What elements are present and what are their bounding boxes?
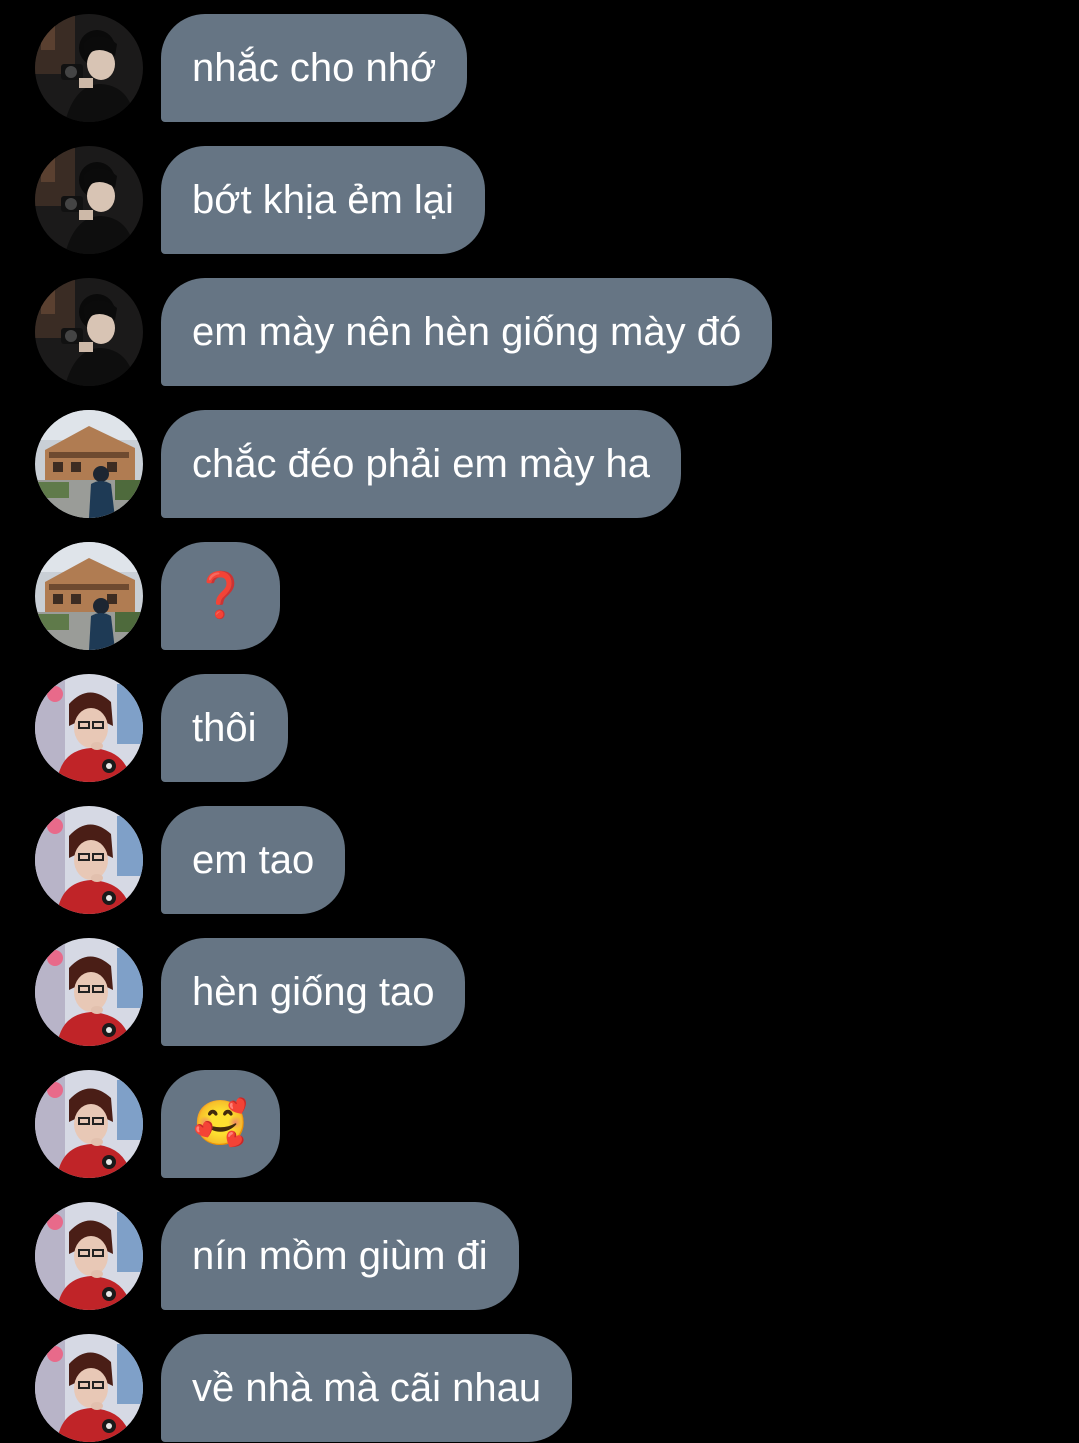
message-text: nhắc cho nhớ: [192, 46, 437, 90]
message-row: chắc đéo phải em mày ha: [0, 410, 1079, 518]
user-b-avatar-icon[interactable]: [35, 410, 143, 518]
message-text: nín mồm giùm đi: [192, 1234, 488, 1278]
message-bubble[interactable]: 🥰: [161, 1070, 280, 1178]
message-bubble[interactable]: thôi: [161, 674, 288, 782]
message-row: thôi: [0, 674, 1079, 782]
message-bubble[interactable]: em mày nên hèn giống mày đó: [161, 278, 773, 386]
message-row: ❓: [0, 542, 1079, 650]
message-bubble[interactable]: bớt khịa ẻm lại: [161, 146, 485, 254]
user-c-avatar-icon[interactable]: [35, 1070, 143, 1178]
message-text: hèn giống tao: [192, 970, 435, 1014]
user-a-avatar-icon[interactable]: [35, 278, 143, 386]
message-row: về nhà mà cãi nhau: [0, 1334, 1079, 1442]
user-c-avatar-icon[interactable]: [35, 938, 143, 1046]
message-bubble[interactable]: về nhà mà cãi nhau: [161, 1334, 573, 1442]
message-row: nhắc cho nhớ: [0, 14, 1079, 122]
user-c-avatar-icon[interactable]: [35, 806, 143, 914]
user-c-avatar-icon[interactable]: [35, 1334, 143, 1442]
message-row: 🥰: [0, 1070, 1079, 1178]
message-text: về nhà mà cãi nhau: [192, 1366, 542, 1410]
message-bubble[interactable]: nín mồm giùm đi: [161, 1202, 519, 1310]
message-text: chắc đéo phải em mày ha: [192, 442, 651, 486]
user-c-avatar-icon[interactable]: [35, 1202, 143, 1310]
chat-message-list[interactable]: nhắc cho nhớ bớt khịa ẻm lại em mày nên …: [0, 0, 1079, 1443]
message-row: em mày nên hèn giống mày đó: [0, 278, 1079, 386]
user-b-avatar-icon[interactable]: [35, 542, 143, 650]
message-text: thôi: [192, 706, 257, 750]
message-row: nín mồm giùm đi: [0, 1202, 1079, 1310]
user-a-avatar-icon[interactable]: [35, 14, 143, 122]
user-a-avatar-icon[interactable]: [35, 146, 143, 254]
message-text: bớt khịa ẻm lại: [192, 178, 454, 222]
message-bubble[interactable]: em tao: [161, 806, 346, 914]
message-text: em mày nên hèn giống mày đó: [192, 310, 742, 354]
message-row: bớt khịa ẻm lại: [0, 146, 1079, 254]
message-text: em tao: [192, 838, 315, 882]
message-bubble[interactable]: ❓: [161, 542, 280, 650]
message-bubble[interactable]: nhắc cho nhớ: [161, 14, 468, 122]
message-bubble[interactable]: chắc đéo phải em mày ha: [161, 410, 682, 518]
smiling-face-with-hearts-emoji-icon: 🥰: [193, 1098, 248, 1149]
message-bubble[interactable]: hèn giống tao: [161, 938, 466, 1046]
message-row: hèn giống tao: [0, 938, 1079, 1046]
question-mark-emoji-icon: ❓: [193, 570, 248, 621]
user-c-avatar-icon[interactable]: [35, 674, 143, 782]
message-row: em tao: [0, 806, 1079, 914]
